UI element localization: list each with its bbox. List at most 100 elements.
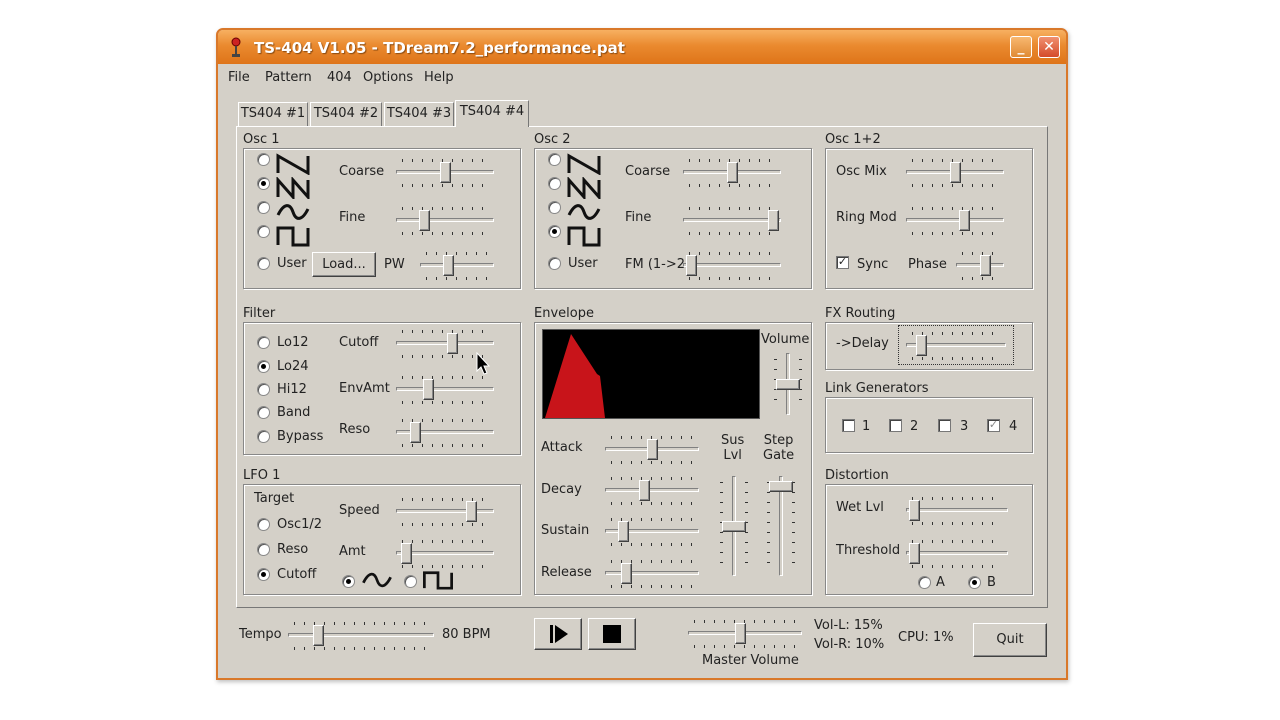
- menu-pattern[interactable]: Pattern: [265, 70, 312, 85]
- link-1-checkbox[interactable]: [842, 419, 855, 432]
- env-volume-slider[interactable]: [773, 353, 803, 415]
- envamt-slider[interactable]: [396, 374, 494, 404]
- osc2-wave-tri-radio[interactable]: [548, 177, 561, 190]
- attack-slider[interactable]: [605, 434, 699, 464]
- link-4-label: 4: [1009, 419, 1018, 434]
- filter-hi12-label: Hi12: [277, 382, 307, 397]
- osc1-wave-sine-radio[interactable]: [257, 201, 270, 214]
- mouse-cursor-icon: [476, 352, 491, 375]
- triangle-saw-wave-icon: [276, 177, 310, 199]
- minimize-button[interactable]: _: [1010, 36, 1032, 58]
- osc2-wave-sine-radio[interactable]: [548, 201, 561, 214]
- distortion-title: Distortion: [825, 468, 889, 483]
- filter-bypass-label: Bypass: [277, 429, 324, 444]
- lfo1-osc12-label: Osc1/2: [277, 517, 323, 532]
- lfo1-amt-slider[interactable]: [396, 538, 494, 568]
- envelope-title: Envelope: [534, 306, 594, 321]
- tab-ts404-1[interactable]: TS404 #1: [238, 102, 308, 126]
- lfo1-osc12-radio[interactable]: [257, 518, 270, 531]
- osc1-wave-tri-radio[interactable]: [257, 177, 270, 190]
- decay-slider[interactable]: [605, 475, 699, 505]
- square-wave-icon: [567, 226, 601, 247]
- osc2-wave-square-radio[interactable]: [548, 225, 561, 238]
- sync-checkbox[interactable]: ✓: [836, 256, 849, 269]
- threshold-slider[interactable]: [906, 538, 1008, 568]
- attack-label: Attack: [541, 440, 583, 455]
- oscmix-slider[interactable]: [906, 157, 1004, 187]
- wetlvl-slider[interactable]: [906, 495, 1008, 525]
- link-3-label: 3: [960, 419, 969, 434]
- lfo1-square-radio[interactable]: [404, 575, 417, 588]
- distortion-b-label: B: [987, 575, 996, 590]
- sync-label: Sync: [857, 257, 889, 272]
- osc1-coarse-slider[interactable]: [396, 157, 494, 187]
- suslvl-label: Sus Lvl: [721, 433, 745, 463]
- osc2-coarse-slider[interactable]: [683, 157, 781, 187]
- play-icon: [550, 625, 568, 643]
- lfo1-reso-radio[interactable]: [257, 543, 270, 556]
- phase-slider[interactable]: [956, 250, 1004, 280]
- osc1-load-button[interactable]: Load...: [312, 252, 376, 277]
- phase-label: Phase: [908, 257, 947, 272]
- filter-band-radio[interactable]: [257, 406, 270, 419]
- osc2-title: Osc 2: [534, 132, 571, 147]
- tab-ts404-3[interactable]: TS404 #3: [384, 102, 454, 126]
- saw-wave-icon: [276, 153, 310, 175]
- link-group: 1 2 3 ✓ 4: [825, 397, 1033, 453]
- tab-ts404-4[interactable]: TS404 #4: [455, 100, 529, 127]
- menu-help[interactable]: Help: [424, 70, 454, 85]
- link-3-checkbox[interactable]: [938, 419, 951, 432]
- osc2-fine-slider[interactable]: [683, 205, 781, 235]
- title-bar[interactable]: TS-404 V1.05 - TDream7.2_performance.pat…: [218, 30, 1066, 64]
- suslvl-slider[interactable]: [719, 476, 749, 576]
- tab-ts404-2[interactable]: TS404 #2: [310, 102, 382, 126]
- lfo1-reso-label: Reso: [277, 542, 309, 557]
- menu-options[interactable]: Options: [363, 70, 413, 85]
- distortion-b-radio[interactable]: [968, 576, 981, 589]
- reso-slider[interactable]: [396, 417, 494, 447]
- filter-hi12-radio[interactable]: [257, 383, 270, 396]
- link-2-checkbox[interactable]: [889, 419, 902, 432]
- lfo1-sine-radio[interactable]: [342, 575, 355, 588]
- osc2-wave-saw-radio[interactable]: [548, 153, 561, 166]
- filter-lo24-radio[interactable]: [257, 360, 270, 373]
- menu-file[interactable]: File: [228, 70, 250, 85]
- lfo1-cutoff-radio[interactable]: [257, 568, 270, 581]
- menu-404[interactable]: 404: [327, 70, 352, 85]
- osc1-user-radio[interactable]: [257, 257, 270, 270]
- triangle-saw-wave-icon: [567, 177, 601, 199]
- master-volume-slider[interactable]: [688, 618, 802, 648]
- osc1-user-label: User: [277, 256, 307, 271]
- wetlvl-label: Wet Lvl: [836, 500, 884, 515]
- osc2-fm-slider[interactable]: [683, 250, 781, 280]
- osc1-group: Coarse Fine User Load... PW: [243, 148, 521, 289]
- osc1-pw-label: PW: [384, 257, 405, 272]
- filter-bypass-radio[interactable]: [257, 430, 270, 443]
- close-button[interactable]: ✕: [1038, 36, 1060, 58]
- osc1-fine-slider[interactable]: [396, 205, 494, 235]
- link-4-checkbox[interactable]: ✓: [987, 419, 1000, 432]
- lfo-square-wave-icon: [423, 571, 453, 590]
- filter-lo12-radio[interactable]: [257, 336, 270, 349]
- stepgate-slider[interactable]: [766, 476, 796, 576]
- osc2-user-radio[interactable]: [548, 257, 561, 270]
- osc2-coarse-label: Coarse: [625, 164, 671, 179]
- oscmix-label: Osc Mix: [836, 164, 887, 179]
- osc1-wave-saw-radio[interactable]: [257, 153, 270, 166]
- distortion-group: Wet Lvl Threshold A B: [825, 484, 1033, 595]
- osc1-pw-slider[interactable]: [420, 250, 494, 280]
- stop-button[interactable]: [588, 618, 636, 650]
- release-slider[interactable]: [605, 558, 699, 588]
- ringmod-slider[interactable]: [906, 205, 1004, 235]
- osc12-group: Osc Mix Ring Mod ✓ Sync Phase: [825, 148, 1033, 289]
- osc1-wave-square-radio[interactable]: [257, 225, 270, 238]
- quit-button[interactable]: Quit: [973, 623, 1047, 657]
- delay-slider[interactable]: [906, 330, 1006, 360]
- delay-label: ->Delay: [836, 336, 889, 351]
- tempo-slider[interactable]: [288, 620, 434, 650]
- lfo1-speed-slider[interactable]: [396, 496, 494, 526]
- distortion-a-radio[interactable]: [918, 576, 931, 589]
- ringmod-label: Ring Mod: [836, 210, 897, 225]
- sustain-slider[interactable]: [605, 516, 699, 546]
- play-button[interactable]: [534, 618, 582, 650]
